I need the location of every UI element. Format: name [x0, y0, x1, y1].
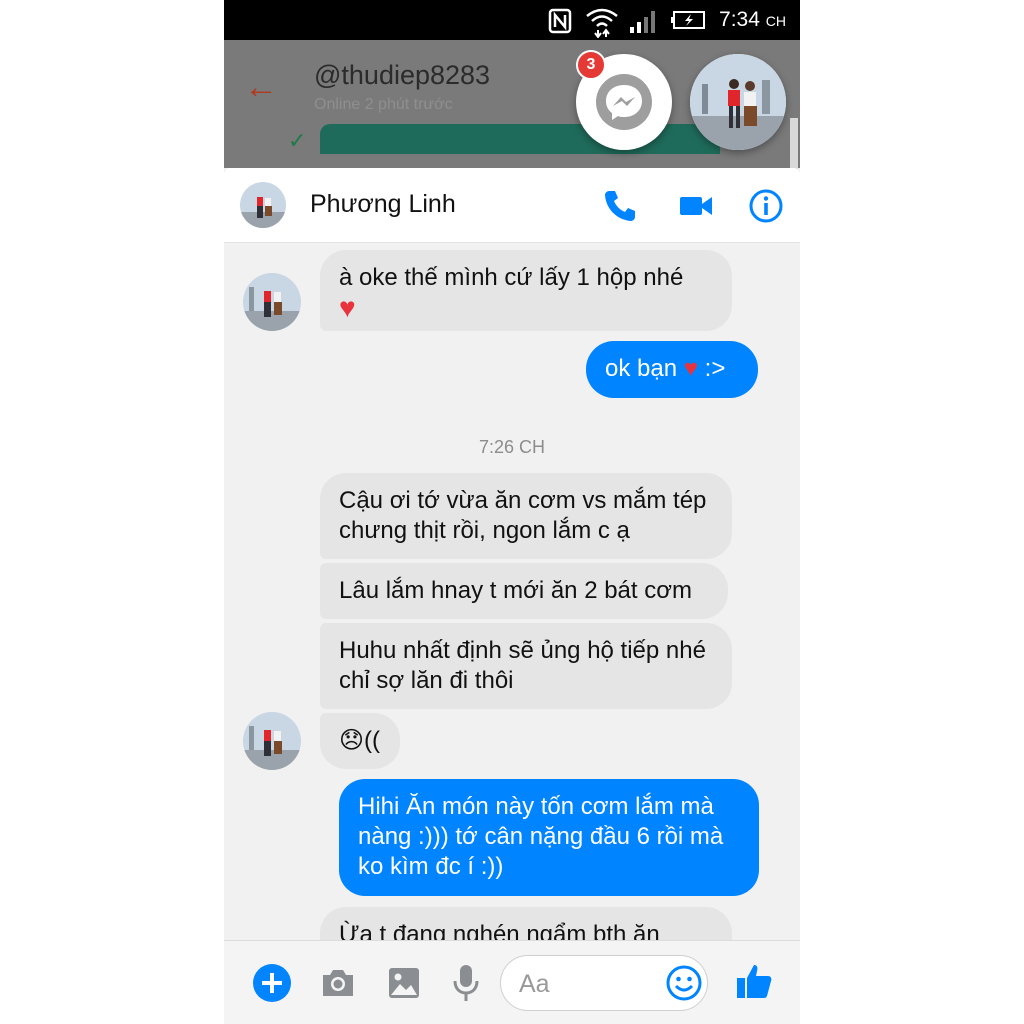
battery-icon — [671, 11, 705, 29]
microphone-icon[interactable] — [450, 963, 482, 1003]
contact-chat-head[interactable] — [690, 54, 786, 150]
message-bubble[interactable]: ok bạn ♥ :> — [586, 341, 758, 398]
like-icon[interactable] — [734, 961, 774, 1001]
sad-emoji: 😞 — [339, 727, 365, 754]
messenger-icon — [606, 85, 642, 120]
nfc-icon — [548, 8, 572, 34]
contact-photo — [690, 54, 786, 150]
message-text: Huhu nhất định sẽ ủng hộ tiếp nhé chỉ sợ… — [339, 637, 706, 694]
avatar-photo — [240, 182, 286, 228]
message-text: :> — [704, 355, 726, 382]
unread-badge: 3 — [576, 50, 606, 80]
emoji-icon[interactable] — [665, 964, 703, 1002]
message-text: (( — [364, 727, 381, 754]
check-icon: ✓ — [288, 128, 307, 153]
background-online-status: Online 2 phút trước — [314, 96, 453, 113]
composer-bar: Aa — [224, 940, 800, 1024]
message-bubble[interactable]: Huhu nhất định sẽ ủng hộ tiếp nhé chỉ sợ… — [320, 623, 732, 709]
message-text: Lâu lắm hnay t mới ăn 2 bát cơm — [339, 577, 692, 604]
avatar-photo — [243, 712, 301, 770]
back-arrow-icon: ← — [244, 68, 278, 106]
signal-icon — [630, 11, 655, 33]
phone-call-icon[interactable] — [600, 186, 640, 226]
avatar[interactable] — [243, 273, 301, 331]
message-input[interactable]: Aa — [500, 955, 708, 1011]
clock: 7:34 CH — [719, 8, 786, 31]
message-text: Ừa t đang nghén ngẩm bth ăn — [339, 921, 660, 940]
avatar-photo — [243, 273, 301, 331]
phone-screen: 7:34 CH ← @thudiep8283 Online 2 phút trư… — [224, 0, 800, 1024]
video-call-icon[interactable] — [676, 186, 716, 226]
conversation-header: Phương Linh — [224, 168, 800, 243]
message-bubble[interactable]: Ừa t đang nghén ngẩm bth ăn — [320, 907, 732, 940]
heart-emoji: ♥ — [683, 355, 698, 382]
info-icon[interactable] — [746, 186, 786, 226]
message-text: Cậu ơi tớ vừa ăn cơm vs mắm tép chưng th… — [339, 487, 707, 544]
gallery-icon[interactable] — [386, 965, 422, 1001]
message-bubble[interactable]: 😞(( — [320, 713, 400, 769]
message-bubble[interactable]: à oke thế mình cứ lấy 1 hộp nhé ♥ — [320, 250, 732, 331]
message-input-placeholder: Aa — [519, 970, 550, 998]
conversation-area[interactable]: à oke thế mình cứ lấy 1 hộp nhé ♥ ok bạn… — [224, 243, 800, 940]
message-text: Hihi Ăn món này tốn cơm lắm mà nàng :)))… — [358, 793, 724, 880]
camera-icon[interactable] — [320, 965, 356, 1001]
message-bubble[interactable]: Hihi Ăn món này tốn cơm lắm mà nàng :)))… — [339, 779, 759, 896]
message-bubble[interactable]: Cậu ơi tớ vừa ăn cơm vs mắm tép chưng th… — [320, 473, 732, 559]
background-username: @thudiep8283 — [314, 60, 491, 90]
wifi-icon — [586, 8, 618, 38]
message-bubble[interactable]: Lâu lắm hnay t mới ăn 2 bát cơm — [320, 563, 728, 619]
message-text: à oke thế mình cứ lấy 1 hộp nhé — [339, 264, 684, 291]
status-bar: 7:34 CH — [224, 0, 800, 40]
avatar[interactable] — [240, 182, 286, 228]
contact-name: Phương Linh — [310, 190, 456, 218]
timestamp: 7:26 CH — [478, 437, 546, 457]
message-text: ok bạn — [605, 355, 678, 382]
avatar[interactable] — [243, 712, 301, 770]
add-icon[interactable] — [252, 963, 292, 1003]
heart-emoji: ♥ — [339, 292, 356, 323]
